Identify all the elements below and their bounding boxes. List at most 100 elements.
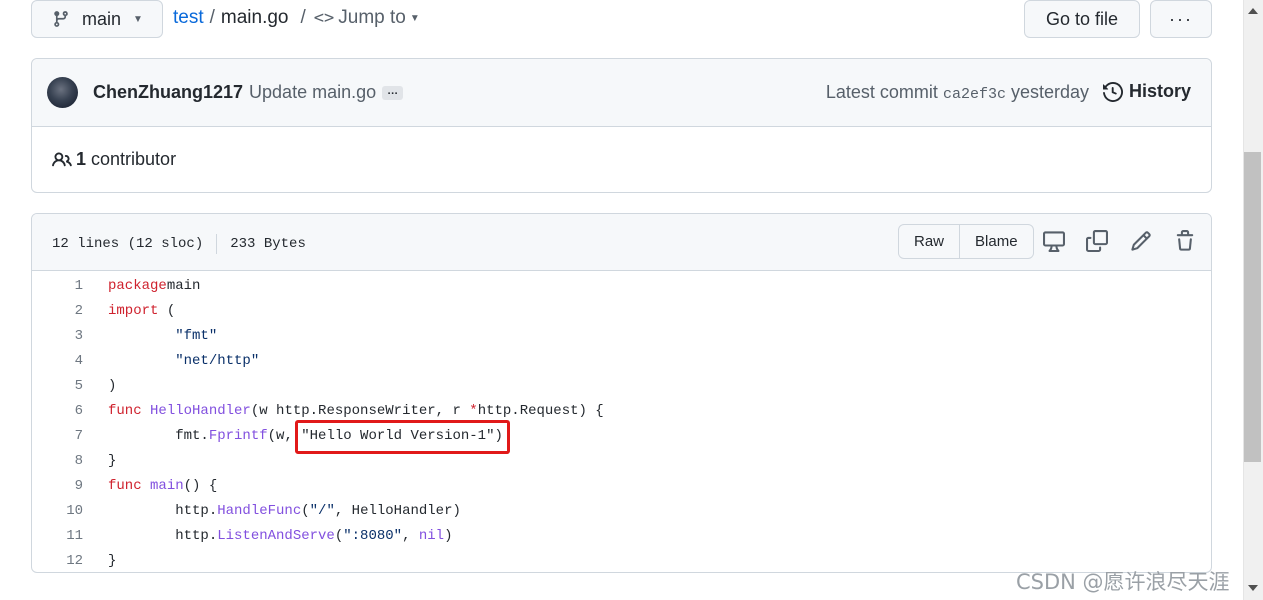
code-token: package (108, 277, 167, 294)
scrollbar-thumb[interactable] (1244, 152, 1261, 462)
line-number[interactable]: 11 (32, 528, 83, 544)
line-number[interactable]: 2 (32, 303, 83, 319)
commit-time: yesterday (1010, 82, 1089, 102)
go-to-file-button[interactable]: Go to file (1024, 0, 1140, 38)
commit-message[interactable]: Update main.go (249, 82, 376, 103)
contributors-label: contributor (91, 149, 177, 169)
code-text: fmt.Fprintf(w, "Hello World Version-1") (83, 428, 503, 444)
code-token: ":8080" (343, 527, 403, 544)
line-number[interactable]: 1 (32, 278, 83, 294)
code-text: func main() { (83, 478, 217, 494)
code-icon: <> (313, 8, 335, 28)
code-line: 4 "net/http" (32, 348, 1211, 373)
code-line: 10 http.HandleFunc("/", HelloHandler) (32, 498, 1211, 523)
code-token: http. (108, 527, 218, 544)
code-text: func HelloHandler(w http.ResponseWriter,… (83, 403, 604, 419)
branch-name: main (82, 8, 122, 29)
expand-commit-button[interactable]: … (382, 85, 404, 100)
scroll-down-arrow-icon[interactable] (1248, 585, 1258, 591)
code-token: ( (158, 302, 176, 319)
watermark: CSDN @愿许浪尽天涯 (1016, 570, 1230, 594)
code-line: 8} (32, 448, 1211, 473)
history-icon (1102, 81, 1123, 102)
latest-commit-label: Latest commit (825, 82, 938, 102)
code-token: ListenAndServe (217, 527, 335, 544)
code-token: nil (418, 527, 445, 544)
latest-commit-info: Latest commit ca2ef3c yesterday (826, 82, 1089, 103)
commit-sha[interactable]: ca2ef3c (943, 86, 1006, 103)
desktop-icon[interactable] (1043, 230, 1065, 252)
line-number[interactable]: 4 (32, 353, 83, 369)
code-token: "fmt" (175, 327, 218, 344)
code-token: } (108, 552, 117, 569)
code-token: "/" (309, 502, 335, 519)
pencil-icon[interactable] (1130, 230, 1152, 252)
file-size: 233 Bytes (230, 236, 306, 252)
contributors-row[interactable]: 1 contributor (32, 127, 1211, 170)
code-text: "fmt" (83, 328, 217, 344)
code-text: packagemain (83, 278, 200, 294)
code-line: 9 func main() { (32, 473, 1211, 498)
jump-to-dropdown[interactable]: <> Jump to ▼ (314, 7, 420, 29)
breadcrumb: test / main.go / <> Jump to ▼ (173, 7, 420, 29)
line-number[interactable]: 8 (32, 453, 83, 469)
repo-link[interactable]: test (173, 7, 204, 29)
file-header: 12 lines (12 sloc) 233 Bytes Raw Blame (32, 214, 1211, 271)
highlighted-string: "Hello World Version-1") (301, 427, 503, 444)
more-options-button[interactable]: ··· (1150, 0, 1212, 38)
jump-to-label: Jump to (338, 7, 406, 28)
breadcrumb-separator: / (209, 7, 215, 28)
breadcrumb-separator: / (300, 7, 306, 28)
git-branch-icon (54, 11, 68, 27)
chevron-down-icon: ▼ (409, 12, 420, 24)
raw-blame-group: Raw Blame (898, 224, 1034, 259)
line-number[interactable]: 9 (32, 478, 83, 494)
code-text: import ( (83, 303, 175, 319)
code-token: func (108, 477, 142, 494)
scroll-up-arrow-icon[interactable] (1248, 8, 1258, 14)
history-link[interactable]: History (1102, 81, 1191, 102)
avatar[interactable] (47, 77, 78, 108)
code-text: http.ListenAndServe(":8080", nil) (83, 527, 452, 544)
code-token: () { (183, 477, 218, 494)
trash-icon[interactable] (1174, 230, 1196, 252)
file-lines-info: 12 lines (12 sloc) (52, 236, 204, 252)
raw-button[interactable]: Raw (899, 225, 961, 258)
line-number[interactable]: 10 (32, 503, 83, 519)
code-line: 2 import ( (32, 298, 1211, 323)
code-token: } (108, 452, 117, 469)
code-token: import (108, 302, 159, 319)
chevron-down-icon: ▼ (133, 13, 143, 25)
code-token: HelloHandler (150, 402, 251, 419)
blame-button[interactable]: Blame (960, 225, 1033, 258)
code-line: 7 fmt.Fprintf(w, "Hello World Version-1"… (32, 423, 1211, 448)
code-line: 5) (32, 373, 1211, 398)
code-token: main (166, 277, 201, 294)
code-view: 1 packagemain 2 import (3 "fmt" 4 "net/http"… (32, 271, 1211, 572)
branch-select-button[interactable]: main ▼ (31, 0, 163, 38)
code-line: 6 func HelloHandler(w http.ResponseWriter… (32, 398, 1211, 423)
code-token: fmt. (108, 427, 209, 444)
line-number[interactable]: 6 (32, 403, 83, 419)
code-text: "net/http" (83, 353, 259, 369)
code-text: } (83, 453, 116, 469)
code-text: } (83, 553, 116, 569)
copy-icon[interactable] (1086, 230, 1108, 252)
code-token: main (150, 477, 184, 494)
code-token: ( (334, 527, 344, 544)
code-token: HandleFunc (217, 502, 302, 519)
code-token: (w http.ResponseWriter, r (250, 402, 470, 419)
code-token: ) (108, 377, 117, 394)
code-token: "net/http" (175, 352, 260, 369)
line-number[interactable]: 12 (32, 553, 83, 569)
divider (216, 234, 218, 254)
code-line: 11 http.ListenAndServe(":8080", nil) (32, 523, 1211, 548)
line-number[interactable]: 5 (32, 378, 83, 394)
line-number[interactable]: 3 (32, 328, 83, 344)
code-token: * (469, 402, 478, 419)
code-token: http.Request) { (477, 402, 604, 419)
commit-author[interactable]: ChenZhuang1217 (93, 82, 243, 103)
line-number[interactable]: 7 (32, 428, 83, 444)
